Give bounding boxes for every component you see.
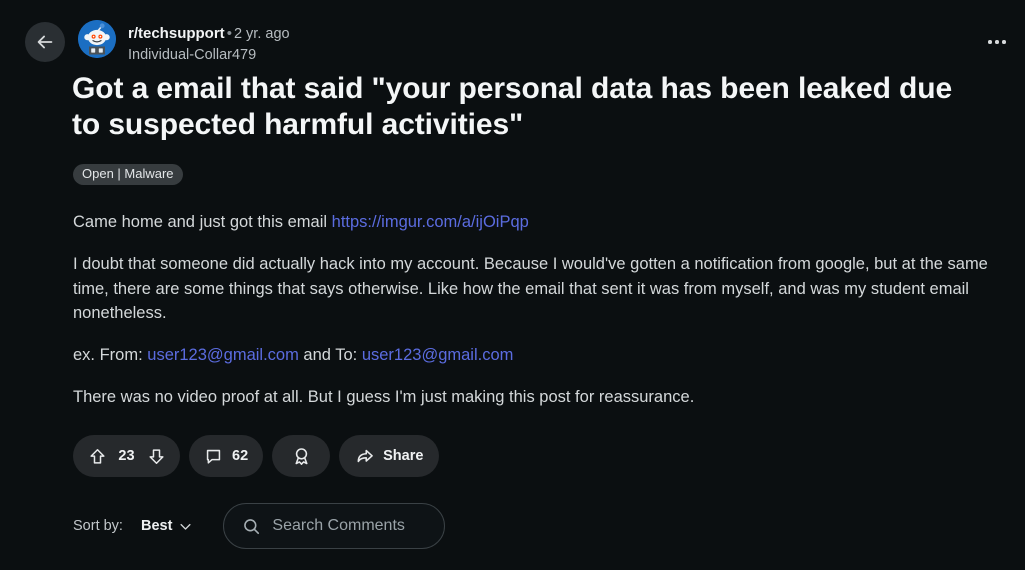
- vote-count: 23: [118, 448, 135, 464]
- body-p1-text: Came home and just got this email: [73, 213, 332, 231]
- post-action-bar: 23 62 Share: [73, 435, 440, 477]
- body-paragraph-1: Came home and just got this email https:…: [73, 210, 1003, 234]
- reddit-snoo-avatar: [78, 20, 116, 58]
- imgur-link[interactable]: https://imgur.com/a/ijOiPqp: [332, 213, 529, 231]
- body-p3-middle: and To:: [298, 346, 362, 364]
- back-button[interactable]: [25, 22, 65, 62]
- downvote-button[interactable]: [145, 445, 167, 467]
- vote-control: 23: [73, 435, 180, 477]
- more-horizontal-icon-dot-3: [1002, 40, 1006, 44]
- more-horizontal-icon-dot-2: [995, 40, 999, 44]
- share-button[interactable]: Share: [339, 435, 440, 477]
- body-paragraph-3: ex. From: user123@gmail.com and To: user…: [73, 343, 1003, 367]
- chevron-down-icon: [180, 523, 191, 530]
- body-paragraph-4: There was no video proof at all. But I g…: [73, 388, 695, 407]
- post-title: Got a email that said "your personal dat…: [72, 72, 953, 141]
- search-icon: [244, 518, 260, 534]
- more-options-button[interactable]: [979, 26, 1015, 58]
- upvote-button[interactable]: [86, 445, 108, 467]
- sort-by-label: Sort by:: [73, 518, 123, 534]
- subreddit-link[interactable]: r/techsupport: [128, 25, 225, 42]
- post-author[interactable]: Individual-Collar479: [128, 46, 290, 66]
- search-comments-input[interactable]: Search Comments: [223, 503, 446, 549]
- search-placeholder: Search Comments: [272, 517, 405, 534]
- post-flair[interactable]: Open | Malware: [73, 164, 183, 186]
- sort-value: Best: [140, 518, 173, 534]
- post-body: Came home and just got this email https:…: [73, 188, 1003, 410]
- from-email-link[interactable]: user123@gmail.com: [147, 346, 299, 364]
- post-header: r/techsupport • 2 yr. ago Individual-Colla…: [0, 0, 1025, 70]
- post-meta: r/techsupport • 2 yr. ago Individual-Colla…: [128, 24, 290, 65]
- comment-count: 62: [232, 448, 249, 464]
- comments-button[interactable]: 62: [189, 435, 264, 477]
- post-meta-top: r/techsupport • 2 yr. ago: [128, 24, 290, 45]
- meta-separator: •: [226, 25, 232, 42]
- comment-bubble-icon: [206, 449, 221, 464]
- avatar[interactable]: [78, 20, 116, 58]
- share-label: Share: [383, 448, 424, 464]
- to-email-link[interactable]: user123@gmail.com: [362, 346, 514, 364]
- arrow-down-icon: [148, 448, 164, 464]
- body-p3-prefix: ex. From:: [73, 346, 148, 364]
- arrow-up-icon: [89, 448, 105, 464]
- post-age: 2 yr. ago: [233, 26, 290, 42]
- sort-dropdown[interactable]: Best: [135, 513, 201, 539]
- body-paragraph-2: I doubt that someone did actually hack i…: [73, 255, 988, 322]
- arrow-left-icon: [37, 35, 53, 49]
- award-medal-icon: [295, 447, 308, 465]
- award-button[interactable]: [272, 435, 331, 477]
- more-horizontal-icon-dot-1: [988, 40, 992, 44]
- post-page: r/techsupport • 2 yr. ago Individual-Colla…: [0, 0, 1025, 570]
- comments-toolbar: Sort by: Best Search Comments: [73, 503, 446, 549]
- share-arrow-icon: [357, 449, 374, 463]
